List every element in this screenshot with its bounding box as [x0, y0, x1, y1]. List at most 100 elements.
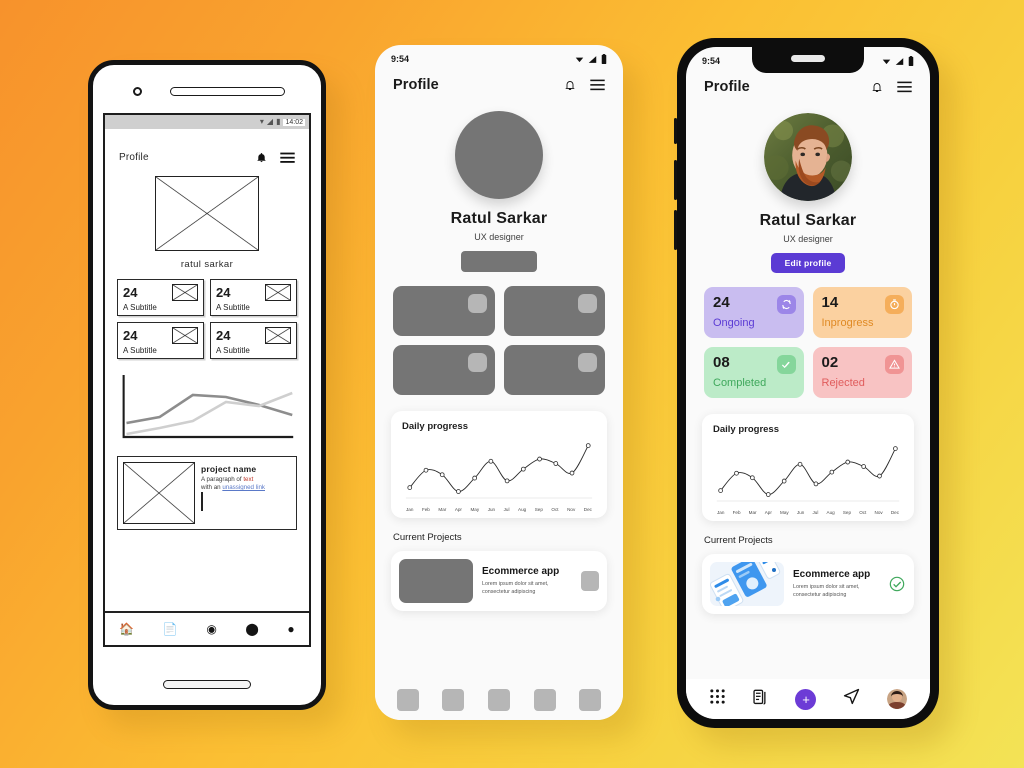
stat-card-completed[interactable] — [393, 345, 495, 395]
home-indicator-bar — [163, 680, 251, 689]
stat-label: Inprogress — [821, 317, 874, 329]
stat-grid — [375, 272, 623, 395]
chart-x-tick: Feb — [732, 510, 741, 515]
bell-icon[interactable] — [871, 80, 883, 94]
account-icon[interactable]: ● — [287, 623, 294, 635]
stat-number: 24 — [216, 328, 231, 343]
chart-x-axis-labels: Jan Feb Mar Apr May Jun Jul Aug Sep Oct Nov Dec — [402, 506, 596, 512]
stat-card-inprogress[interactable] — [503, 286, 605, 336]
stat-card-ongoing[interactable]: 24 Ongoing — [704, 287, 804, 338]
bell-icon[interactable] — [564, 78, 576, 92]
stat-card-ongoing[interactable] — [393, 286, 495, 336]
bottom-nav: + — [686, 679, 930, 719]
document-icon[interactable]: 📄 — [163, 623, 178, 635]
front-camera-icon — [133, 87, 142, 96]
hamburger-menu-icon[interactable] — [280, 152, 295, 164]
stat-card-rejected[interactable]: 02 Rejected — [812, 347, 912, 398]
paragraph-part-1: A paragraph of — [201, 476, 244, 483]
nav-item-placeholder[interactable] — [442, 689, 465, 711]
chart-x-tick: Jan — [406, 507, 414, 512]
refresh-icon[interactable]: ◉ — [206, 623, 216, 635]
mute-switch[interactable] — [674, 118, 677, 144]
stat-label: A Subtitle — [216, 303, 250, 312]
stat-grid: 24 A Subtitle 24 A Subtitle 24 A Subtitl… — [105, 270, 309, 359]
avatar[interactable] — [764, 113, 852, 201]
unassigned-link[interactable]: unassigned link — [222, 484, 265, 491]
chart-x-tick: Jun — [487, 507, 496, 512]
nav-item-placeholder[interactable] — [533, 689, 556, 711]
documents-icon[interactable] — [753, 688, 769, 710]
chart-x-tick: Feb — [421, 507, 430, 512]
phone-color: 9:54 Profile Ratul Sarkar UX designer Ed… — [674, 38, 939, 728]
stat-number: 24 — [123, 285, 138, 300]
app-bar: Profile — [686, 69, 930, 99]
chart-x-tick: Apr — [764, 510, 772, 515]
signal-icon — [588, 55, 597, 63]
hamburger-menu-icon[interactable] — [590, 79, 605, 91]
chart-x-tick: Nov — [567, 507, 576, 512]
phone-wireframe: ▾ ◢ ▮ 14:02 Profile ratul sarkar 24 A Su… — [88, 60, 326, 710]
status-bar: 9:54 — [375, 45, 623, 67]
stat-badge-icon — [578, 353, 597, 372]
project-description: Lorem ipsum dolor sit amet, consectetur … — [482, 580, 549, 595]
project-thumbnail — [399, 559, 473, 603]
nav-item-placeholder[interactable] — [487, 689, 510, 711]
stat-icon-placeholder — [172, 327, 198, 344]
stat-card[interactable]: 24 A Subtitle — [210, 279, 297, 316]
edit-profile-button[interactable] — [461, 251, 537, 272]
project-card[interactable]: project name A paragraph of text with an… — [117, 456, 297, 530]
project-card[interactable]: Ecommerce app Lorem ipsum dolor sit amet… — [702, 554, 914, 614]
chart-x-tick: Nov — [874, 510, 883, 515]
stat-card-rejected[interactable] — [503, 345, 605, 395]
wifi-icon: ▾ — [259, 117, 264, 126]
chart-x-tick: Dec — [583, 507, 592, 512]
device-screen: 9:54 Profile Ratul Sarkar UX designer Ed… — [686, 47, 930, 719]
home-icon[interactable]: 🏠 — [119, 623, 134, 635]
status-time: 14:02 — [283, 118, 305, 126]
check-circle-icon — [888, 576, 906, 592]
battery-icon: ▮ — [276, 117, 281, 126]
stat-card[interactable]: 24 A Subtitle — [117, 279, 204, 316]
chart-x-tick: May — [780, 510, 789, 515]
daily-progress-card: Daily progress Jan Feb Mar Apr May Jun Jul Aug S… — [391, 411, 607, 518]
avatar-container — [686, 113, 930, 201]
profile-avatar-icon[interactable] — [886, 689, 907, 709]
nav-item-placeholder[interactable] — [579, 689, 602, 711]
send-icon[interactable] — [843, 688, 860, 710]
stat-card-completed[interactable]: 08 Completed — [704, 347, 804, 398]
project-status-placeholder — [581, 571, 599, 591]
hamburger-menu-icon[interactable] — [897, 81, 912, 93]
signal-icon — [895, 57, 904, 65]
bell-icon[interactable] — [256, 151, 267, 164]
chart-svg — [713, 437, 903, 509]
sync-icon — [776, 295, 796, 314]
stat-icon-placeholder — [265, 327, 291, 344]
stat-card[interactable]: 24 A Subtitle — [117, 322, 204, 359]
project-thumb-placeholder — [201, 491, 203, 511]
volume-up-button[interactable] — [674, 160, 677, 200]
chat-icon[interactable]: ⬤ — [245, 623, 258, 635]
chart-x-tick: Dec — [890, 510, 899, 515]
chart-x-tick: Jul — [503, 507, 510, 512]
add-fab-icon[interactable]: + — [795, 688, 817, 710]
chart-x-tick: Jan — [717, 510, 725, 515]
stat-icon-placeholder — [265, 284, 291, 301]
project-paragraph: A paragraph of text with an unassigned l… — [201, 476, 291, 493]
earpiece-speaker — [791, 55, 825, 62]
check-icon — [776, 355, 796, 374]
project-image-placeholder — [123, 462, 195, 524]
nav-item-placeholder[interactable] — [396, 689, 419, 711]
page-title: Profile — [393, 77, 439, 93]
stat-icon-placeholder — [172, 284, 198, 301]
stat-card-inprogress[interactable]: 14 Inprogress — [812, 287, 912, 338]
volume-down-button[interactable] — [674, 210, 677, 250]
grid-apps-icon[interactable] — [709, 688, 726, 710]
chart-x-tick: Aug — [518, 507, 527, 512]
avatar[interactable] — [455, 111, 543, 199]
battery-icon — [601, 54, 607, 64]
project-card[interactable]: Ecommerce app Lorem ipsum dolor sit amet… — [391, 551, 607, 611]
wifi-icon — [575, 57, 584, 62]
stat-card[interactable]: 24 A Subtitle — [210, 322, 297, 359]
edit-profile-button[interactable]: Edit profile — [770, 253, 846, 273]
app-screen-color: 9:54 Profile Ratul Sarkar UX designer Ed… — [686, 47, 930, 719]
